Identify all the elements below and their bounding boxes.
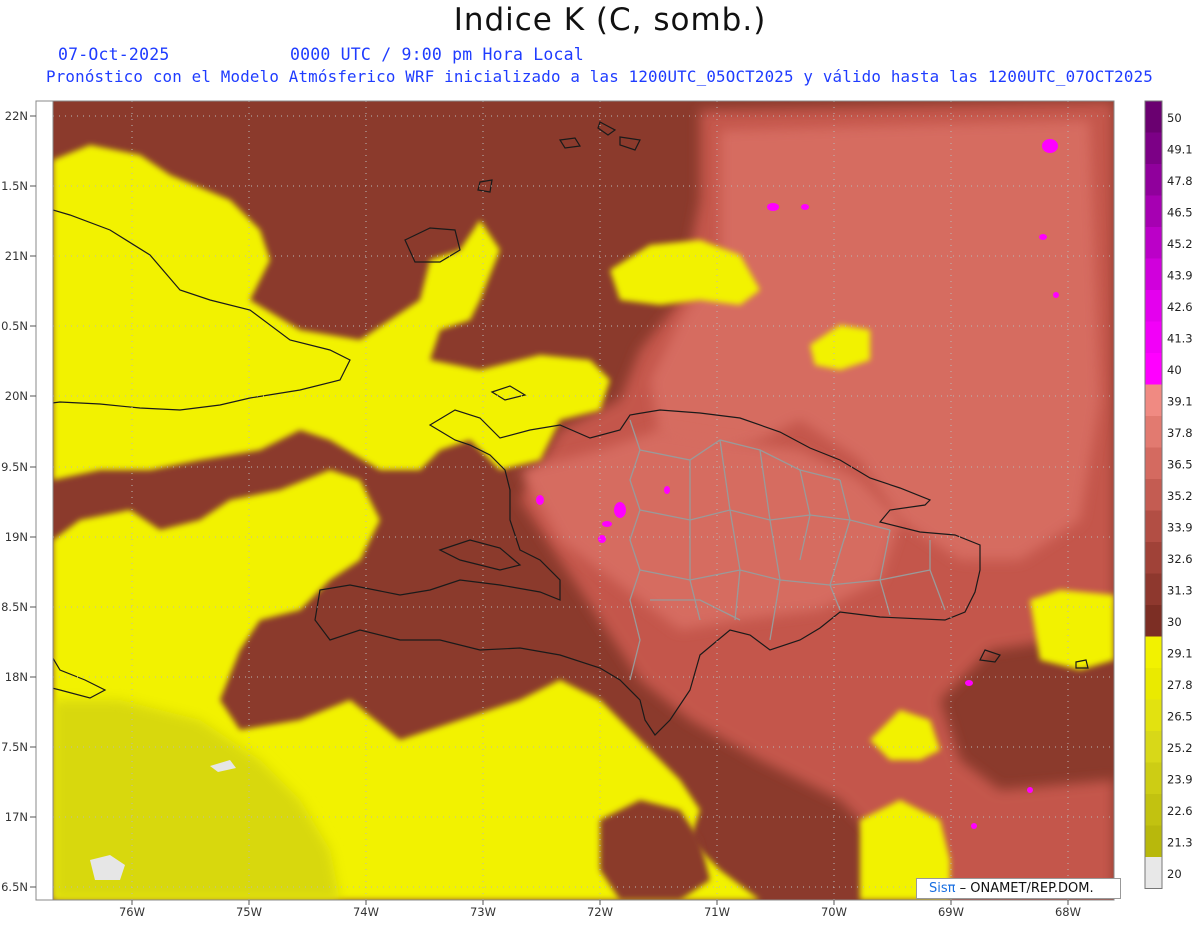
colorbar-label: 47.8 <box>1167 174 1193 188</box>
colorbar-swatch <box>1145 762 1162 794</box>
colorbar-label: 50 <box>1167 111 1182 125</box>
colorbar-label: 45.2 <box>1167 237 1193 251</box>
lon-label: 70W <box>821 905 847 919</box>
colorbar-label: 21.3 <box>1167 836 1193 850</box>
lon-label: 69W <box>938 905 964 919</box>
colorbar-swatch <box>1145 447 1162 479</box>
lon-label: 71W <box>704 905 730 919</box>
colorbar-swatch <box>1145 825 1162 857</box>
colorbar-swatch <box>1145 416 1162 448</box>
k-index-field <box>53 101 1114 900</box>
colorbar-label: 49.1 <box>1167 143 1193 157</box>
colorbar-swatch <box>1145 510 1162 542</box>
colorbar-swatch <box>1145 227 1162 259</box>
lon-axis: 76W 75W 74W 73W 72W 71W 70W 69W 68W <box>119 905 1081 919</box>
lat-label: 17N <box>5 810 28 824</box>
colorbar-swatch <box>1145 164 1162 196</box>
lat-label: 0.5N <box>1 319 28 333</box>
map-figure: 22N 1.5N 21N 0.5N 20N 9.5N 19N 8.5N 18N … <box>1 100 1193 919</box>
lat-label: 7.5N <box>1 740 28 754</box>
lat-label: 9.5N <box>1 460 28 474</box>
colorbar-label: 32.6 <box>1167 552 1193 566</box>
lon-label: 72W <box>587 905 613 919</box>
colorbar-swatch <box>1145 384 1162 416</box>
colorbar-swatch <box>1145 573 1162 605</box>
colorbar-label: 30 <box>1167 615 1182 629</box>
lat-label: 21N <box>5 249 28 263</box>
colorbar-label: 43.9 <box>1167 269 1193 283</box>
colorbar-swatch <box>1145 857 1162 889</box>
lon-label: 75W <box>236 905 262 919</box>
colorbar-swatch <box>1145 101 1162 133</box>
lon-label: 73W <box>470 905 496 919</box>
colorbar-swatch <box>1145 542 1162 574</box>
lon-label: 68W <box>1055 905 1081 919</box>
colorbar-swatch <box>1145 636 1162 668</box>
colorbar: 50 49.1 47.8 46.5 45.2 43.9 42.6 41.3 40 39.1 37.8… <box>1144 100 1193 889</box>
colorbar-label: 35.2 <box>1167 489 1193 503</box>
colorbar-swatch <box>1145 195 1162 227</box>
colorbar-swatch <box>1145 731 1162 763</box>
lon-label: 76W <box>119 905 145 919</box>
colorbar-label: 23.9 <box>1167 773 1193 787</box>
lat-label: 18N <box>5 670 28 684</box>
colorbar-label: 46.5 <box>1167 206 1193 220</box>
colorbar-swatch <box>1145 321 1162 353</box>
colorbar-label: 37.8 <box>1167 426 1193 440</box>
lon-ticks <box>131 900 1069 905</box>
colorbar-swatch <box>1145 699 1162 731</box>
colorbar-swatch <box>1145 668 1162 700</box>
colorbar-label: 25.2 <box>1167 741 1193 755</box>
colorbar-label: 29.1 <box>1167 647 1193 661</box>
lat-axis: 22N 1.5N 21N 0.5N 20N 9.5N 19N 8.5N 18N … <box>1 109 28 894</box>
colorbar-label: 27.8 <box>1167 678 1193 692</box>
colorbar-label: 41.3 <box>1167 332 1193 346</box>
credit-brand: Sisπ <box>929 881 956 896</box>
colorbar-label: 31.3 <box>1167 584 1193 598</box>
field-yellow-se <box>1030 590 1114 670</box>
lon-label: 74W <box>353 905 379 919</box>
credit-text: – ONAMET/REP.DOM. <box>959 881 1094 896</box>
lat-label: 8.5N <box>1 600 28 614</box>
colorbar-swatch <box>1145 353 1162 385</box>
colorbar-label: 33.9 <box>1167 521 1193 535</box>
colorbar-label: 22.6 <box>1167 804 1193 818</box>
lat-label: 20N <box>5 389 28 403</box>
colorbar-swatch <box>1145 132 1162 164</box>
colorbar-label: 42.6 <box>1167 300 1193 314</box>
colorbar-swatch <box>1145 479 1162 511</box>
colorbar-swatch <box>1145 258 1162 290</box>
lat-label: 1.5N <box>1 179 28 193</box>
colorbar-label: 40 <box>1167 363 1182 377</box>
colorbar-swatch <box>1145 290 1162 322</box>
lat-label: 22N <box>5 109 28 123</box>
lat-label: 6.5N <box>1 880 28 894</box>
colorbar-label: 39.1 <box>1167 395 1193 409</box>
lat-ticks <box>30 115 36 888</box>
colorbar-label: 26.5 <box>1167 710 1193 724</box>
colorbar-label: 20 <box>1167 867 1182 881</box>
colorbar-swatch <box>1145 605 1162 637</box>
lat-label: 19N <box>5 530 28 544</box>
colorbar-label: 36.5 <box>1167 458 1193 472</box>
credit-box: Sisπ – ONAMET/REP.DOM. <box>916 878 1121 899</box>
colorbar-swatch <box>1145 794 1162 826</box>
